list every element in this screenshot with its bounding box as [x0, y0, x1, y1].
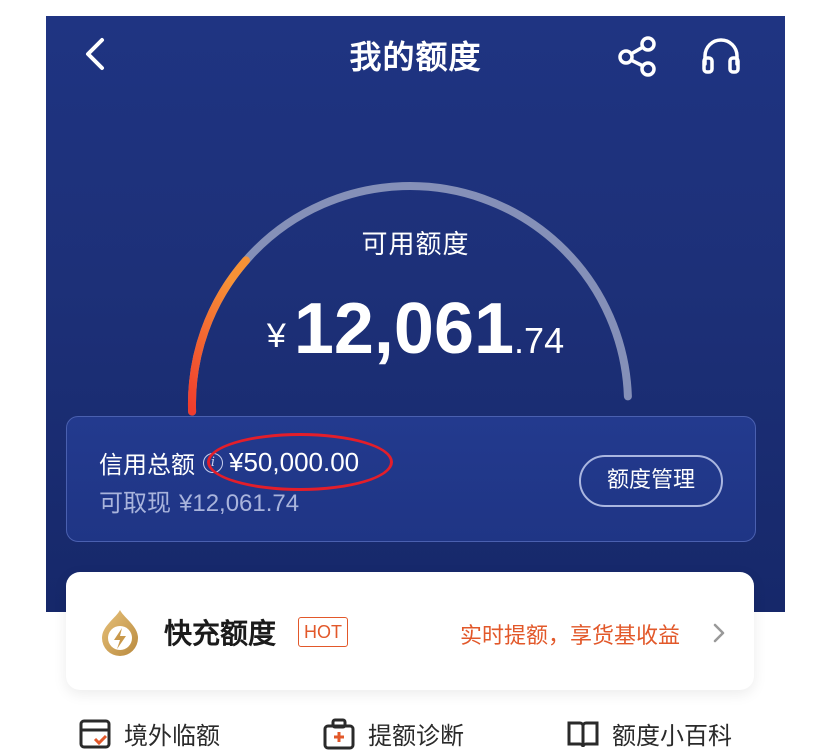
cash-advance-value: ¥12,061.74	[179, 490, 300, 517]
amount-decimal: .74	[514, 320, 565, 361]
cash-advance-label: 可取现	[99, 489, 171, 517]
quota-wiki-label: 额度小百科	[612, 722, 732, 750]
promo-text[interactable]: 实时提额，享货基收益	[460, 618, 680, 650]
lightning-drop-icon	[102, 610, 138, 656]
credit-summary-card: 信用总额 i ¥50,000.00 可取现 ¥12,061.74 额度管理	[66, 416, 756, 542]
quick-boost-card[interactable]: 快充额度 HOT 实时提额，享货基收益	[66, 572, 754, 690]
cash-advance-row: 可取现 ¥12,061.74	[99, 483, 299, 518]
quota-wiki-entry[interactable]: 额度小百科	[566, 716, 732, 751]
available-amount: ¥12,061.74	[46, 288, 785, 370]
card-icon	[79, 719, 111, 748]
hot-badge: HOT	[298, 617, 348, 647]
overseas-temp-quota-label: 境外临额	[124, 722, 220, 750]
book-icon	[567, 721, 599, 747]
quota-hero-panel: 我的额度 可用额度 ¥12,061.74 信用总额 i ¥50,000.00 可…	[46, 16, 785, 612]
credit-total-value-wrap: ¥50,000.00	[207, 433, 393, 491]
amount-integer: 12,061	[293, 289, 515, 369]
credit-total-row: 信用总额 i ¥50,000.00	[99, 433, 393, 491]
quota-manage-button[interactable]: 额度管理	[579, 455, 723, 507]
medical-kit-icon	[323, 718, 355, 749]
quick-entry-row: 境外临额 提额诊断 额度小百科	[0, 716, 821, 756]
quick-boost-title: 快充额度	[164, 617, 277, 650]
quota-diagnosis-entry[interactable]: 提额诊断	[322, 716, 464, 751]
quota-diagnosis-label: 提额诊断	[368, 722, 464, 750]
credit-total-label: 信用总额	[99, 451, 195, 479]
overseas-temp-quota-entry[interactable]: 境外临额	[78, 716, 220, 751]
chevron-right-icon[interactable]	[712, 622, 726, 644]
currency-symbol: ¥	[266, 317, 286, 355]
available-quota-label: 可用额度	[361, 230, 470, 260]
